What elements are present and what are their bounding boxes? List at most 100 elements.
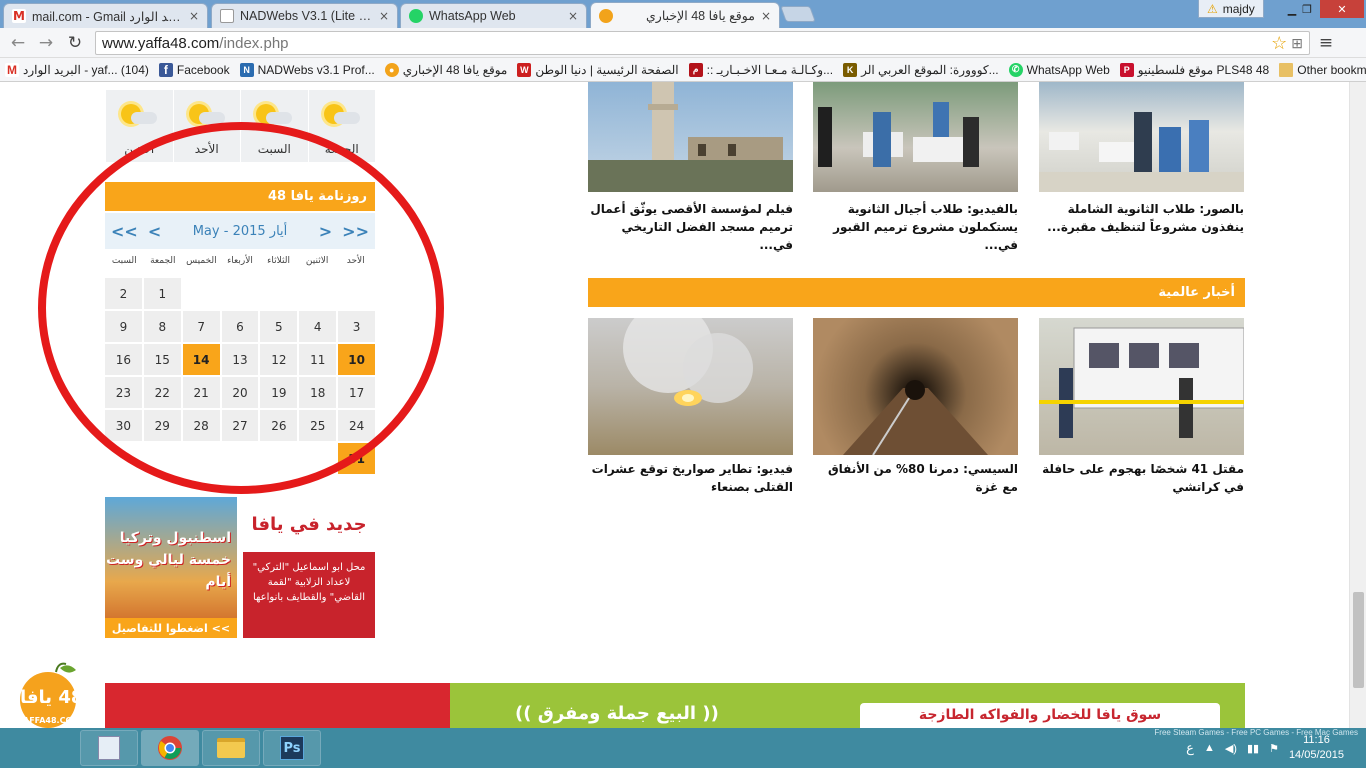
- prev-month-button[interactable]: <: [148, 222, 161, 241]
- calendar-day[interactable]: 22: [143, 377, 181, 408]
- taskbar-photoshop[interactable]: Ps: [263, 730, 321, 766]
- calendar-day[interactable]: 7: [182, 311, 220, 342]
- restore-button[interactable]: ❐: [1296, 0, 1318, 18]
- calendar-day[interactable]: 14: [182, 344, 220, 375]
- market-banner[interactable]: (( البيع جملة ومفرق )) سوق يافا للخضار و…: [105, 683, 1245, 728]
- close-window-button[interactable]: ✕: [1320, 0, 1364, 18]
- clock[interactable]: 11:16 14/05/2015: [1289, 733, 1344, 763]
- tab-whatsapp[interactable]: WhatsApp Web ×: [400, 3, 587, 28]
- calendar-day[interactable]: 4: [299, 311, 337, 342]
- taskbar-explorer[interactable]: [202, 730, 260, 766]
- calendar-day[interactable]: 18: [299, 377, 337, 408]
- calendar-day[interactable]: 29: [143, 410, 181, 441]
- calendar-day[interactable]: 8: [143, 311, 181, 342]
- bookmark-whatsapp[interactable]: ✆ WhatsApp Web: [1004, 62, 1115, 77]
- news-image[interactable]: [813, 82, 1018, 192]
- address-bar[interactable]: www.yaffa48.com/index.php ☆ ⊞: [95, 31, 1310, 55]
- news-image[interactable]: [1039, 82, 1244, 192]
- taskbar-chrome[interactable]: [141, 730, 199, 766]
- calendar-day[interactable]: 20: [221, 377, 259, 408]
- bookmark-watan[interactable]: W الصفحة الرئيسية | دنيا الوطن: [512, 62, 683, 77]
- other-bookmarks[interactable]: Other bookmarks: [1274, 62, 1366, 77]
- page-action-icon[interactable]: ⊞: [1291, 35, 1309, 52]
- close-icon[interactable]: ×: [761, 9, 771, 23]
- tray-arrow-icon[interactable]: ▲: [1204, 742, 1215, 754]
- bookmark-gmail[interactable]: M البريد الوارد - yaf... (104): [0, 62, 154, 77]
- calendar-day[interactable]: 25: [299, 410, 337, 441]
- news-image[interactable]: [588, 82, 793, 192]
- new-tab-button[interactable]: [780, 6, 816, 22]
- new-in-yaffa-ad[interactable]: جديد في يافا محل ابو اسماعيل "التركي" لا…: [243, 497, 375, 638]
- calendar-day[interactable]: 26: [260, 410, 298, 441]
- star-icon[interactable]: ☆: [1271, 33, 1291, 54]
- tab-gmail[interactable]: M mail.com - Gmail البريد الوارد ×: [3, 3, 208, 28]
- calendar-day[interactable]: 23: [104, 377, 142, 408]
- calendar-day[interactable]: 11: [299, 344, 337, 375]
- news-caption[interactable]: مقتل 41 شخصًا بهجوم على حافلة في كراتشي: [1039, 460, 1244, 496]
- next-month-button[interactable]: >: [319, 222, 332, 241]
- calendar-day[interactable]: 28: [182, 410, 220, 441]
- news-caption[interactable]: فيلم لمؤسسة الأقصى يوثّق أعمال ترميم مسج…: [588, 200, 793, 254]
- close-icon[interactable]: ×: [379, 9, 389, 23]
- bookmark-yaffa[interactable]: ● موقع يافا 48 الإخباري: [380, 62, 513, 77]
- vertical-scrollbar[interactable]: [1349, 82, 1366, 728]
- tab-nadwebs[interactable]: NADWebs V3.1 (Lite Versi ×: [211, 3, 398, 28]
- bookmark-kooora[interactable]: K كووورة: الموقع العربي الر...: [838, 62, 1004, 77]
- ad-cta[interactable]: اضغطوا للتفاصيل <<: [105, 618, 237, 638]
- turkey-trip-ad[interactable]: اسطنبول وتركيا خمسة ليالي وست أيام اضغطو…: [105, 497, 237, 638]
- bookmark-maan[interactable]: م:: وكـالـة مـعـا الاخـبـاريـ...: [684, 62, 838, 77]
- calendar-day[interactable]: 5: [260, 311, 298, 342]
- calendar-day[interactable]: 10: [338, 344, 375, 375]
- bookmark-facebook[interactable]: f Facebook: [154, 62, 235, 77]
- calendar-day[interactable]: 21: [182, 377, 220, 408]
- calendar-day[interactable]: 9: [104, 311, 142, 342]
- calendar-empty-cell: [183, 443, 220, 474]
- news-caption[interactable]: بالصور: طلاب الثانوية الشاملة ينفذون مشر…: [1039, 200, 1244, 236]
- calendar-day[interactable]: 19: [260, 377, 298, 408]
- calendar-week-row: 17 18 19 20 21 22 23: [104, 377, 375, 408]
- news-image[interactable]: [813, 318, 1018, 455]
- bookmark-pls48[interactable]: P موقع فلسطينيو PLS48 48: [1115, 62, 1274, 77]
- calendar-day[interactable]: 30: [104, 410, 142, 441]
- calendar-day[interactable]: 12: [260, 344, 298, 375]
- calendar-day[interactable]: 3: [338, 311, 375, 342]
- scrollbar-thumb[interactable]: [1353, 592, 1364, 688]
- user-profile-button[interactable]: ⚠ majdy: [1198, 0, 1264, 18]
- language-indicator[interactable]: ع: [1186, 740, 1194, 756]
- tab-strip: M mail.com - Gmail البريد الوارد × NADWe…: [0, 0, 1366, 28]
- reload-button[interactable]: ↻: [65, 33, 85, 53]
- bookmark-nadwebs[interactable]: N NADWebs v3.1 Prof...: [235, 62, 380, 77]
- whatsapp-icon: [409, 9, 423, 23]
- news-image[interactable]: [588, 318, 793, 455]
- calendar-day[interactable]: 2: [104, 278, 142, 309]
- calendar-day[interactable]: 16: [104, 344, 142, 375]
- flag-icon[interactable]: ⚑: [1269, 742, 1279, 755]
- back-button[interactable]: ←: [8, 33, 28, 53]
- yaffa48-logo[interactable]: 48 يافا YAFFA48.COM: [8, 662, 92, 728]
- close-icon[interactable]: ×: [189, 9, 199, 23]
- network-icon[interactable]: ▮▮: [1247, 742, 1259, 755]
- forward-button[interactable]: →: [36, 33, 56, 53]
- calendar-day[interactable]: 31: [338, 443, 375, 474]
- calendar-day[interactable]: 27: [221, 410, 259, 441]
- calendar-day[interactable]: 24: [338, 410, 375, 441]
- calendar-day[interactable]: 1: [143, 278, 181, 309]
- news-caption[interactable]: فيديو: تطاير صواريخ توقع عشرات القتلى بص…: [588, 460, 793, 496]
- news-image[interactable]: [1039, 318, 1244, 455]
- chrome-menu-button[interactable]: ≡: [1316, 33, 1336, 53]
- calendar-day[interactable]: 17: [338, 377, 375, 408]
- news-caption[interactable]: بالفيديو: طلاب أجيال الثانوية يستكملون م…: [813, 200, 1018, 254]
- calendar-week-row: 31: [105, 443, 375, 474]
- next-year-button[interactable]: >>: [342, 222, 369, 241]
- calendar-day[interactable]: 13: [221, 344, 259, 375]
- calendar-week-row: 3456789: [104, 311, 375, 342]
- tab-yaffa[interactable]: موقع يافا 48 الإخباري ×: [590, 2, 780, 28]
- close-icon[interactable]: ×: [568, 9, 578, 23]
- world-news-heading[interactable]: أخبار عالمية: [588, 278, 1245, 307]
- calendar-day[interactable]: 6: [221, 311, 259, 342]
- news-caption[interactable]: السيسي: دمرنا 80% من الأنفاق مع غزة: [813, 460, 1018, 496]
- taskbar-app-notes[interactable]: [80, 730, 138, 766]
- volume-icon[interactable]: ◀): [1225, 742, 1237, 755]
- calendar-day[interactable]: 15: [143, 344, 181, 375]
- prev-year-button[interactable]: <<: [111, 222, 138, 241]
